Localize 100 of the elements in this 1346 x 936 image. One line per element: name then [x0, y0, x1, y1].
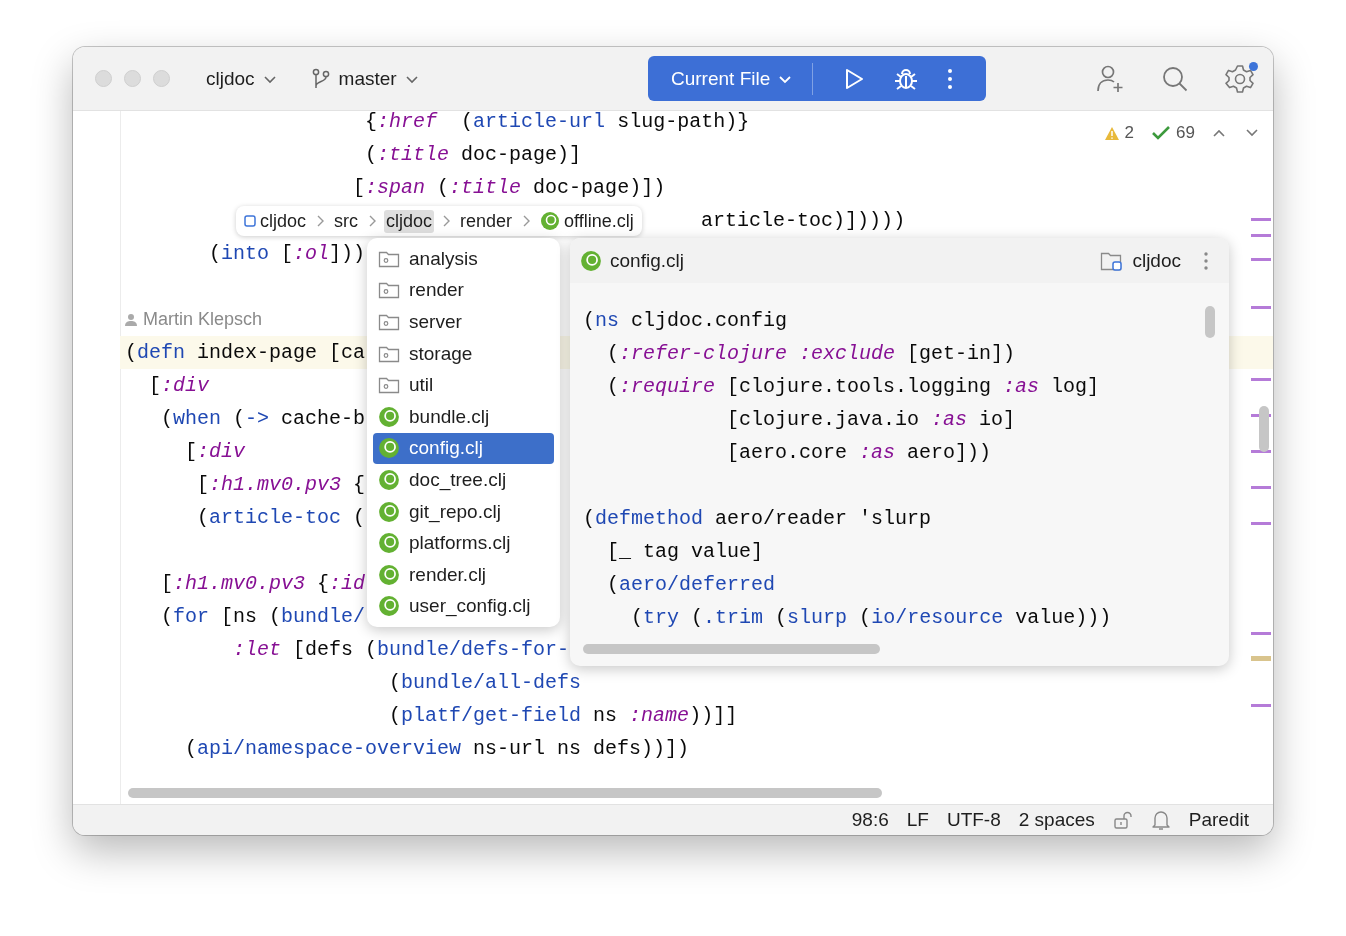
code-line: (:title doc-page)]: [365, 143, 582, 166]
chevron-down-icon: [778, 73, 793, 84]
code-line: (api/namespace-overview ns-url ns defs))]): [185, 737, 690, 760]
chevron-icon: [442, 215, 451, 227]
code-line: (into [:ol])): [209, 242, 366, 265]
bell-icon[interactable]: [1150, 809, 1171, 831]
error-stripe-mark[interactable]: [1251, 378, 1271, 381]
code-line: {:href (article-url slug-path)}: [365, 111, 750, 133]
add-user-icon[interactable]: [1095, 63, 1125, 94]
error-stripe-mark[interactable]: [1251, 306, 1271, 309]
window-close-button[interactable]: [95, 70, 112, 87]
branch-dropdown[interactable]: master: [310, 67, 419, 90]
file-list-item[interactable]: server: [373, 306, 554, 338]
code-line: (ns cljdoc.config: [583, 309, 788, 332]
check-icon[interactable]: [1151, 125, 1172, 141]
file-type-icon: [378, 595, 400, 618]
file-list-item[interactable]: config.clj: [373, 432, 554, 465]
more-icon[interactable]: [1203, 250, 1209, 271]
file-list-item[interactable]: render.clj: [373, 558, 554, 591]
chevron-down-icon: [404, 73, 419, 84]
project-dropdown[interactable]: cljdoc: [206, 67, 277, 90]
breadcrumb-item[interactable]: cljdoc: [384, 209, 435, 233]
file-list-item[interactable]: util: [373, 369, 554, 401]
code-line: [:h1.mv0.pv3 {:id: [161, 572, 366, 595]
code-line: (when (-> cache-b: [161, 407, 366, 430]
run-icon[interactable]: [843, 66, 866, 91]
author-annotation: Martin Klepsch: [143, 308, 263, 331]
chevron-down-icon: [262, 73, 277, 84]
code-line: [:span (:title doc-page)]): [353, 176, 666, 199]
code-line: [aero.core :as aero])): [727, 441, 992, 464]
breadcrumb-item[interactable]: offline.clj: [538, 209, 636, 233]
file-name: config.clj: [610, 249, 684, 272]
file-type-icon: [540, 211, 561, 231]
error-stripe-mark[interactable]: [1251, 486, 1271, 489]
scrollbar-thumb[interactable]: [128, 788, 882, 798]
previous-highlight-icon[interactable]: [1212, 128, 1226, 138]
warning-icon[interactable]: [1103, 125, 1120, 141]
error-stripe-mark[interactable]: [1251, 704, 1271, 707]
file-list-item[interactable]: platforms.clj: [373, 527, 554, 559]
file-type-icon: [378, 405, 400, 428]
scrollbar-thumb[interactable]: [583, 644, 880, 654]
code-line: (try (.trim (slurp (io/resource value))): [631, 606, 1112, 629]
file-list-item[interactable]: user_config.clj: [373, 590, 554, 623]
folder-icon: [378, 313, 400, 331]
caret-position[interactable]: 98:6: [851, 809, 889, 831]
error-stripe-mark[interactable]: [1251, 218, 1271, 221]
file-list-item[interactable]: analysis: [373, 243, 554, 275]
code-line: [:div: [185, 440, 246, 463]
window-zoom-button[interactable]: [153, 70, 170, 87]
indent-setting[interactable]: 2 spaces: [1018, 809, 1095, 831]
code-line: :let [defs (bundle/defs-for-: [233, 638, 570, 661]
settings-icon[interactable]: [1225, 63, 1255, 94]
code-line: (:require [clojure.tools.logging :as log]: [607, 375, 1100, 398]
person-icon: [125, 313, 137, 326]
scrollbar-thumb[interactable]: [1259, 406, 1269, 452]
file-type-icon: [378, 468, 400, 491]
warning-count[interactable]: 2: [1124, 123, 1135, 143]
file-list-item[interactable]: storage: [373, 337, 554, 370]
file-type-icon: [378, 500, 400, 523]
folder-icon: [378, 376, 400, 395]
line-ending[interactable]: LF: [906, 809, 929, 831]
editor-mode[interactable]: Paredit: [1188, 809, 1249, 831]
unlock-icon[interactable]: [1112, 810, 1133, 830]
code-line: (defmethod aero/reader 'slurp: [583, 507, 932, 530]
code-line: (for [ns (bundle/: [161, 605, 366, 628]
file-list-item[interactable]: bundle.clj: [373, 400, 554, 433]
branch-icon: [310, 67, 331, 90]
code-line: (platf/get-field ns :name))]]: [389, 704, 738, 727]
code-line: [:div: [149, 374, 210, 397]
file-encoding[interactable]: UTF-8: [946, 809, 1001, 831]
file-type-icon: [378, 532, 400, 555]
file-list-item[interactable]: git_repo.clj: [373, 495, 554, 528]
passed-count[interactable]: 69: [1176, 123, 1195, 143]
error-stripe-mark[interactable]: [1251, 258, 1271, 261]
code-line: (:refer-clojure :exclude [get-in]): [607, 342, 1016, 365]
error-stripe-mark[interactable]: [1251, 234, 1271, 237]
window-minimize-button[interactable]: [124, 70, 141, 87]
code-line: article-toc)])))): [701, 209, 906, 232]
error-stripe-mark[interactable]: [1251, 632, 1271, 635]
breadcrumb-item[interactable]: render: [458, 209, 515, 233]
code-line: (defn index-page [ca: [125, 341, 366, 364]
code-line: [:h1.mv0.pv3 {: [197, 473, 366, 496]
file-type-icon: [378, 437, 400, 460]
breadcrumb-item[interactable]: cljdoc: [242, 209, 309, 233]
code-line: (aero/deferred: [607, 573, 776, 596]
file-list-item[interactable]: doc_tree.clj: [373, 464, 554, 496]
run-configuration-dropdown[interactable]: Current File: [648, 56, 813, 101]
module-name: cljdoc: [1132, 249, 1181, 272]
breadcrumb-item[interactable]: src: [332, 209, 361, 233]
scrollbar-thumb[interactable]: [1205, 306, 1215, 338]
chevron-icon: [368, 215, 377, 227]
folder-icon: [378, 281, 400, 300]
error-stripe-mark[interactable]: [1251, 522, 1271, 525]
search-icon[interactable]: [1161, 64, 1189, 93]
file-list-item[interactable]: render: [373, 274, 554, 307]
module-icon: [244, 215, 256, 227]
next-highlight-icon[interactable]: [1245, 128, 1259, 138]
code-line: (article-toc (: [197, 506, 366, 529]
more-icon[interactable]: [947, 67, 954, 90]
error-stripe-mark[interactable]: [1251, 656, 1271, 661]
